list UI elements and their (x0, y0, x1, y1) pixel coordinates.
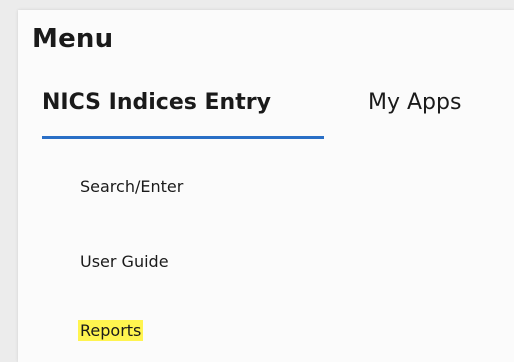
menu-item-search-enter[interactable]: Search/Enter (80, 177, 183, 196)
tab-my-apps[interactable]: My Apps (368, 90, 461, 115)
menu-item-reports-label: Reports (78, 320, 144, 341)
menu-item-reports[interactable]: Reports (78, 320, 144, 341)
menu-panel: Menu NICS Indices Entry My Apps Search/E… (18, 10, 514, 362)
menu-title: Menu (32, 24, 114, 54)
active-tab-indicator (42, 136, 324, 139)
tab-nics-indices-entry[interactable]: NICS Indices Entry (42, 90, 271, 115)
menu-item-user-guide[interactable]: User Guide (80, 252, 169, 271)
